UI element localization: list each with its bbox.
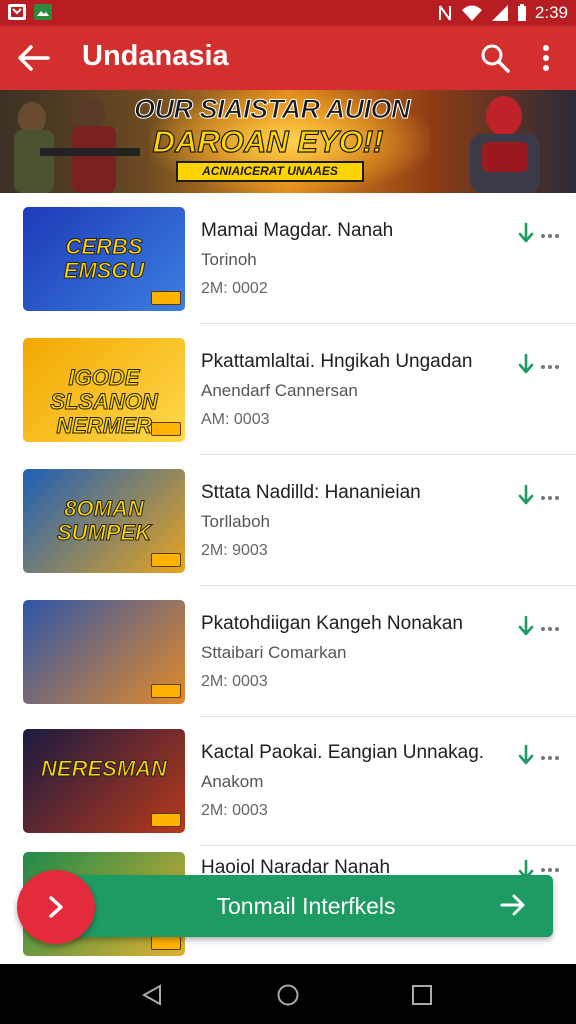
thumbnail-badge: [151, 936, 181, 950]
thumbnail-badge: [151, 684, 181, 698]
thumbnail-badge: [151, 553, 181, 567]
app-meta: Pkatohdiigan Kangeh Nonakan Sttaibari Com…: [201, 613, 463, 691]
more-horiz-icon[interactable]: [540, 867, 560, 873]
app-thumbnail[interactable]: 8OMAN SUMPEK: [23, 469, 185, 573]
download-icon[interactable]: [517, 744, 535, 766]
status-bar: 2:39: [0, 0, 576, 26]
more-horiz-icon[interactable]: [540, 495, 560, 501]
app-size: 2M: 0003: [201, 802, 268, 819]
app-thumbnail[interactable]: CERBS EMSGU: [23, 207, 185, 311]
list-item[interactable]: IGODE SLSANON NERMER Pkattamlaltai. Hngik…: [0, 324, 576, 455]
banner-tag: ACNIAICERAT UNAAES: [176, 161, 364, 182]
app-meta: Kactal Paokai. Eangian Unnakag. Anakom 2M:…: [201, 742, 484, 820]
promo-banner[interactable]: OUR SIAISTAR AUION DAROAN EYO!! ACNIAICE…: [0, 90, 576, 193]
notification-app-icon: [8, 4, 26, 20]
cta-label: Tonmail Interfkels: [216, 893, 396, 919]
more-horiz-icon[interactable]: [540, 755, 560, 761]
app-size: 2M: 0002: [201, 280, 268, 297]
app-name: Pkattamlaltai. Hngikah Ungadan: [201, 351, 473, 372]
app-developer: Anendarf Cannersan: [201, 381, 358, 400]
status-time: 2:39: [534, 3, 568, 22]
download-icon[interactable]: [517, 353, 535, 375]
list-item[interactable]: Pkatohdiigan Kangeh Nonakan Sttaibari Com…: [0, 586, 576, 717]
nfc-icon: [438, 5, 451, 21]
battery-icon: [517, 4, 526, 21]
app-name: Mamai Magdar. Nanah: [201, 220, 394, 241]
app-bar: Undanasia: [0, 26, 576, 90]
search-icon[interactable]: [480, 43, 510, 73]
app-developer: Torinoh: [201, 250, 257, 269]
thumbnail-title: CERBS EMSGU: [63, 234, 145, 283]
app-meta: Mamai Magdar. Nanah Torinoh 2M: 0002: [201, 220, 393, 298]
notification-image-icon: [34, 4, 52, 20]
more-horiz-icon[interactable]: [540, 233, 560, 239]
thumbnail-badge: [151, 813, 181, 827]
app-meta: Pkattamlaltai. Hngikah Ungadan Anendarf C…: [201, 351, 472, 429]
app-size: 2M: 9003: [201, 542, 268, 559]
app-developer: Anakom: [201, 772, 264, 791]
more-horiz-icon[interactable]: [540, 364, 560, 370]
app-size: AM: 0003: [201, 411, 270, 428]
arrow-back-icon[interactable]: [16, 42, 50, 74]
app-developer: Torllaboh: [201, 512, 270, 531]
app-thumbnail[interactable]: [23, 600, 185, 704]
thumbnail-badge: [151, 291, 181, 305]
thumbnail-title: NERESMAN: [41, 756, 168, 781]
more-horiz-icon[interactable]: [540, 626, 560, 632]
download-icon[interactable]: [517, 484, 535, 506]
nav-home-icon[interactable]: [276, 984, 300, 1006]
app-size: 2M: 0003: [201, 673, 268, 690]
app-thumbnail[interactable]: NERESMAN: [23, 729, 185, 833]
next-fab-button[interactable]: [17, 870, 95, 944]
install-interface-button[interactable]: Tonmail Interfkels: [66, 875, 553, 937]
thumbnail-title: 8OMAN SUMPEK: [56, 496, 152, 545]
armored-hero-image: [470, 96, 540, 193]
app-developer: Sttaibari Comarkan: [201, 643, 347, 662]
signal-icon: [491, 5, 508, 21]
list-item[interactable]: NERESMAN Kactal Paokai. Eangian Unnakag. A…: [0, 715, 576, 846]
list-item[interactable]: CERBS EMSGU Mamai Magdar. Nanah Torinoh 2M:…: [0, 193, 576, 324]
more-vert-icon[interactable]: [534, 42, 558, 74]
download-icon[interactable]: [517, 615, 535, 637]
download-icon[interactable]: [517, 222, 535, 244]
app-name: Sttata Nadilld: Hananieian: [201, 482, 421, 503]
nav-recents-icon[interactable]: [411, 984, 433, 1006]
app-name: Pkatohdiigan Kangeh Nonakan: [201, 613, 463, 634]
nav-back-icon[interactable]: [141, 984, 163, 1006]
app-name: Kactal Paokai. Eangian Unnakag.: [201, 742, 485, 763]
soldier-characters-image: [14, 99, 140, 193]
banner-subheadline: DAROAN EYO!!: [152, 123, 384, 159]
app-meta: Sttata Nadilld: Hananieian Torllaboh 2M: 9…: [201, 482, 421, 560]
list-item[interactable]: 8OMAN SUMPEK Sttata Nadilld: Hananieian To…: [0, 455, 576, 586]
chevron-right-icon: [49, 896, 63, 918]
system-nav-bar: [0, 964, 576, 1024]
thumbnail-badge: [151, 422, 181, 436]
app-thumbnail[interactable]: IGODE SLSANON NERMER: [23, 338, 185, 442]
arrow-forward-icon: [500, 894, 525, 916]
page-title: Undanasia: [82, 40, 229, 72]
wifi-icon: [461, 5, 482, 21]
banner-headline: OUR SIAISTAR AUION: [133, 94, 411, 125]
